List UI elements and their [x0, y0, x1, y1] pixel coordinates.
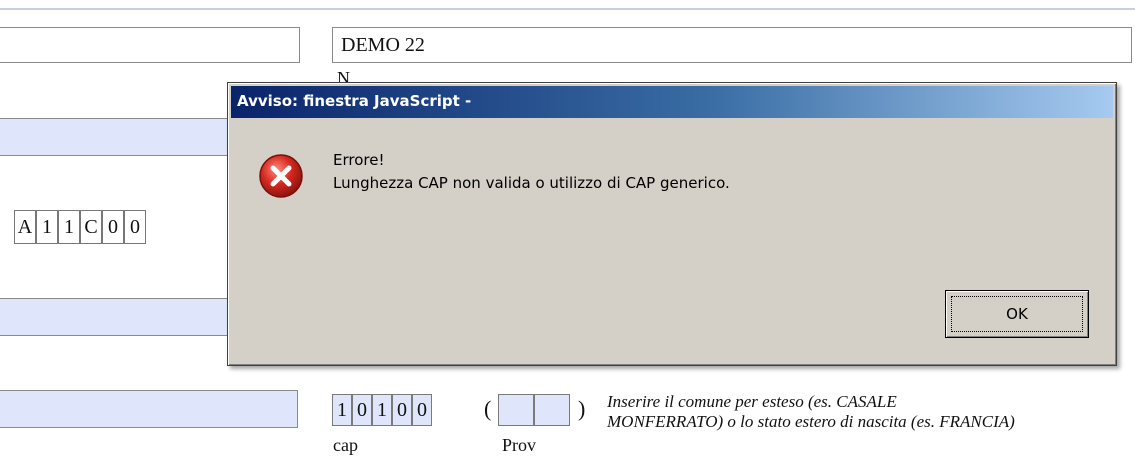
cap-digit-1[interactable]: 1 — [332, 394, 352, 426]
dialog-titlebar[interactable]: Avviso: finestra JavaScript - — [231, 86, 1113, 118]
code-char-2[interactable]: 1 — [36, 210, 58, 244]
prov-label: Prov — [502, 435, 537, 455]
ok-button[interactable]: OK — [945, 290, 1089, 338]
surname-input[interactable] — [0, 27, 300, 63]
message-line-2: Lunghezza CAP non valida o utilizzo di C… — [333, 174, 730, 192]
row4-input[interactable] — [0, 298, 238, 336]
code-char-1[interactable]: A — [14, 210, 36, 244]
cap-digit-3[interactable]: 1 — [372, 394, 392, 426]
prov-paren-close: ) — [578, 396, 586, 421]
hint-line-2: MONFERRATO) o lo stato estero di nascita… — [607, 412, 1015, 431]
name-input-value: DEMO 22 — [341, 34, 425, 56]
cap-digit-2[interactable]: 0 — [352, 394, 372, 426]
prov-paren-open: ( — [484, 396, 492, 421]
code-char-6[interactable]: 0 — [124, 210, 146, 244]
javascript-alert-dialog: Avviso: finestra JavaScript - Errore! Lu… — [227, 82, 1117, 366]
row2-input[interactable] — [0, 118, 238, 156]
code-char-3[interactable]: 1 — [58, 210, 80, 244]
error-icon — [259, 154, 303, 198]
top-divider — [0, 8, 1135, 10]
message-line-1: Errore! — [333, 151, 385, 169]
name-input[interactable]: DEMO 22 — [332, 27, 1132, 63]
dialog-title: Avviso: finestra JavaScript - — [237, 92, 472, 110]
hint-line-1: Inserire il comune per esteso (es. CASAL… — [607, 392, 897, 411]
cap-digit-5[interactable]: 0 — [412, 394, 432, 426]
code-char-5[interactable]: 0 — [102, 210, 124, 244]
prov-char-2[interactable] — [534, 394, 570, 426]
prov-char-1[interactable] — [498, 394, 534, 426]
birthplace-hint: Inserire il comune per esteso (es. CASAL… — [607, 392, 1015, 432]
ok-button-label: OK — [951, 296, 1083, 332]
cap-label: cap — [333, 435, 358, 455]
cap-digit-4[interactable]: 0 — [392, 394, 412, 426]
code-char-4[interactable]: C — [80, 210, 102, 244]
dialog-message: Errore! Lunghezza CAP non valida o utili… — [333, 149, 730, 195]
birthplace-input[interactable] — [0, 390, 298, 428]
